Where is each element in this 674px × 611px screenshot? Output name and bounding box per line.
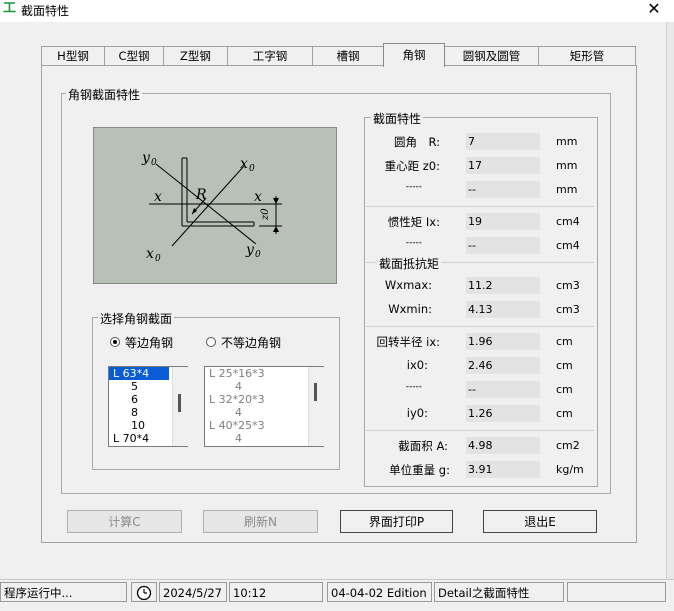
prop-unit-ix-inertia: cm4 xyxy=(556,215,580,228)
angle-diagram: y 0 x 0 x x R x 0 y 0 z0 xyxy=(141,150,282,264)
status-detail: Detail之截面特性 xyxy=(434,582,564,602)
prop-value-wxmax: 11.2 xyxy=(466,277,540,294)
close-icon[interactable]: ✕ xyxy=(644,0,664,20)
label-x0-top: x xyxy=(240,156,248,172)
radio-equal-label: 等边角钢 xyxy=(125,336,174,350)
prop-unit-area: cm2 xyxy=(556,439,580,452)
tab-channel[interactable]: 槽钢 xyxy=(312,46,384,66)
svg-text:0: 0 xyxy=(249,164,255,174)
prop-label-z0: 重心距 z0: xyxy=(384,159,440,173)
prop-unit-ix0: cm xyxy=(556,359,573,372)
svg-text:0: 0 xyxy=(155,254,161,264)
prop-unit-blank1: mm xyxy=(556,183,578,196)
angle-section-figure: y 0 x 0 x x R x 0 y 0 z0 xyxy=(93,127,337,284)
divider xyxy=(366,326,594,327)
label-x0-bottom: x xyxy=(146,246,154,262)
list-item[interactable]: L 32*20*3 xyxy=(205,393,323,406)
window-title: 截面特性 xyxy=(21,4,70,18)
list-item[interactable]: 4 xyxy=(205,406,323,419)
prop-unit-wxmax: cm3 xyxy=(556,279,580,292)
list-item[interactable]: L 63*4 xyxy=(109,367,169,380)
list-item[interactable]: 4 xyxy=(205,432,323,445)
refresh-button[interactable]: 刷新N xyxy=(203,510,318,533)
prop-value-blank2: -- xyxy=(466,237,540,254)
resistance-moment-label: 截面抵抗矩 xyxy=(377,255,442,272)
angle-group-label: 角钢截面特性 xyxy=(66,86,143,103)
tab-z-steel[interactable]: Z型钢 xyxy=(163,46,228,66)
calc-button[interactable]: 计算C xyxy=(67,510,182,533)
status-time: 10:12 xyxy=(229,582,323,602)
prop-label-wxmax: Wxmax: xyxy=(384,278,432,292)
tab-round-pipe[interactable]: 圆钢及圆管 xyxy=(444,46,539,66)
prop-label-area: 截面积 A: xyxy=(398,439,448,453)
equal-list-scroll-thumb[interactable] xyxy=(178,394,181,412)
prop-label-blank1: ----- xyxy=(405,182,422,192)
tab-i-beam[interactable]: 工字钢 xyxy=(227,46,313,66)
status-date: 2024/5/27 xyxy=(159,582,227,602)
status-text: 程序运行中... xyxy=(0,582,127,602)
prop-value-z0: 17 xyxy=(466,157,540,174)
status-edition: 04-04-02 Edition xyxy=(327,582,432,602)
label-y0-bottom: y xyxy=(245,242,255,258)
prop-value-r: 7 xyxy=(466,133,540,150)
label-z0: z0 xyxy=(260,208,271,221)
background-window-strip xyxy=(666,22,674,579)
clock-icon xyxy=(131,582,157,602)
list-item[interactable]: L 40*25*3 xyxy=(205,419,323,432)
prop-label-ix0: ix0: xyxy=(406,358,428,372)
prop-value-wxmin: 4.13 xyxy=(466,301,540,318)
prop-label-ix-inertia: 惯性矩 Ix: xyxy=(387,215,440,229)
prop-unit-wxmin: cm3 xyxy=(556,303,580,316)
radio-unequal-label: 不等边角钢 xyxy=(221,336,282,350)
title-bar xyxy=(0,0,674,22)
label-x-right: x xyxy=(254,189,262,205)
list-item[interactable]: L 25*16*3 xyxy=(205,367,323,380)
prop-label-blank2: ----- xyxy=(405,238,422,248)
prop-label-iy0: iy0: xyxy=(406,406,428,420)
prop-value-blank3: -- xyxy=(466,381,540,398)
prop-unit-blank3: cm xyxy=(556,383,573,396)
label-x-left: x xyxy=(154,189,162,205)
tab-h-steel[interactable]: H型钢 xyxy=(41,46,105,66)
prop-label-ix-radius: 回转半径 ix: xyxy=(376,335,440,349)
prop-unit-z0: mm xyxy=(556,159,578,172)
label-y0-top: y xyxy=(141,150,151,166)
prop-value-blank1: -- xyxy=(466,181,540,198)
list-item[interactable]: 4 xyxy=(205,380,323,393)
status-empty xyxy=(567,582,666,602)
svg-text:0: 0 xyxy=(255,250,261,260)
properties-group-label: 截面特性 xyxy=(371,110,424,127)
prop-value-ix0: 2.46 xyxy=(466,357,540,374)
prop-unit-weight: kg/m xyxy=(556,463,584,476)
prop-unit-iy0: cm xyxy=(556,407,573,420)
prop-value-iy0: 1.26 xyxy=(466,405,540,422)
prop-value-area: 4.98 xyxy=(466,437,540,454)
tab-c-steel[interactable]: C型钢 xyxy=(104,46,164,66)
svg-text:0: 0 xyxy=(151,158,157,168)
unequal-angle-list[interactable]: L 25*16*3 4 L 32*20*3 4 L 40*25*3 4 xyxy=(204,366,324,447)
prop-label-wxmin: Wxmin: xyxy=(388,302,432,316)
print-button[interactable]: 界面打印P xyxy=(340,510,453,533)
unequal-list-scroll-thumb[interactable] xyxy=(314,383,317,401)
unequal-list-scrollbar[interactable] xyxy=(308,367,324,446)
prop-unit-blank2: cm4 xyxy=(556,239,580,252)
exit-button[interactable]: 退出E xyxy=(483,510,597,533)
prop-value-weight: 3.91 xyxy=(466,461,540,478)
prop-label-weight: 单位重量 g: xyxy=(389,463,450,477)
app-icon: 工 xyxy=(3,1,17,16)
prop-unit-ix-radius: cm xyxy=(556,335,573,348)
prop-value-ix-radius: 1.96 xyxy=(466,333,540,350)
divider xyxy=(366,430,594,431)
prop-value-ix-inertia: 19 xyxy=(466,213,540,230)
radio-unequal-angle[interactable] xyxy=(206,337,216,347)
radio-equal-angle[interactable] xyxy=(110,337,120,347)
prop-label-r: 圆角 R: xyxy=(393,135,440,149)
prop-label-blank3: ----- xyxy=(405,382,422,392)
label-r: R xyxy=(195,187,207,203)
divider xyxy=(366,206,594,207)
tab-rect-tube[interactable]: 矩形管 xyxy=(538,46,636,66)
prop-unit-r: mm xyxy=(556,135,578,148)
select-group-label: 选择角钢截面 xyxy=(98,310,175,327)
tab-angle[interactable]: 角钢 xyxy=(383,43,445,67)
